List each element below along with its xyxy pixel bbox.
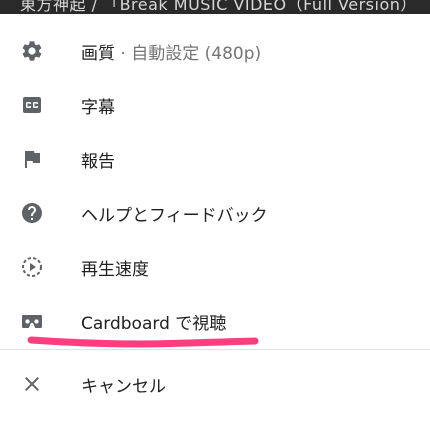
video-background-strip: 東方神起 / 「Break MUSIC VIDEO（Full Version） [0, 0, 430, 14]
menu-item-captions[interactable]: 字幕 [0, 78, 430, 132]
menu-item-quality[interactable]: 画質 · 自動設定 (480p) [0, 24, 430, 78]
captions-label: 字幕 [81, 97, 115, 118]
menu-item-playback-speed[interactable]: 再生速度 [0, 240, 430, 294]
cancel-label: キャンセル [81, 376, 166, 397]
closed-captions-icon [18, 91, 46, 119]
playback-speed-icon [18, 253, 46, 281]
close-icon [18, 370, 46, 398]
gear-icon [18, 37, 46, 65]
menu-divider [0, 349, 430, 350]
options-bottom-sheet: 画質 · 自動設定 (480p) 字幕 報告 ヘルプとフィードバック 再生速度 … [0, 14, 430, 421]
cardboard-label: Cardboard で視聴 [81, 313, 227, 334]
cancel-button[interactable]: キャンセル [0, 357, 430, 411]
help-icon [18, 199, 46, 227]
playback-speed-label: 再生速度 [81, 259, 149, 280]
report-label: 報告 [81, 151, 115, 172]
help-feedback-label: ヘルプとフィードバック [81, 205, 268, 226]
menu-item-cardboard[interactable]: Cardboard で視聴 [0, 294, 430, 348]
menu-item-help-feedback[interactable]: ヘルプとフィードバック [0, 186, 430, 240]
quality-value: 自動設定 (480p) [131, 43, 262, 64]
menu-item-report[interactable]: 報告 [0, 132, 430, 186]
quality-title: 画質 [81, 43, 115, 64]
video-title-partial: 東方神起 / 「Break MUSIC VIDEO（Full Version） [20, 0, 417, 14]
quality-label: 画質 · 自動設定 (480p) [81, 39, 261, 64]
quality-separator: · [115, 43, 132, 64]
cardboard-icon [18, 307, 46, 335]
flag-icon [18, 145, 46, 173]
